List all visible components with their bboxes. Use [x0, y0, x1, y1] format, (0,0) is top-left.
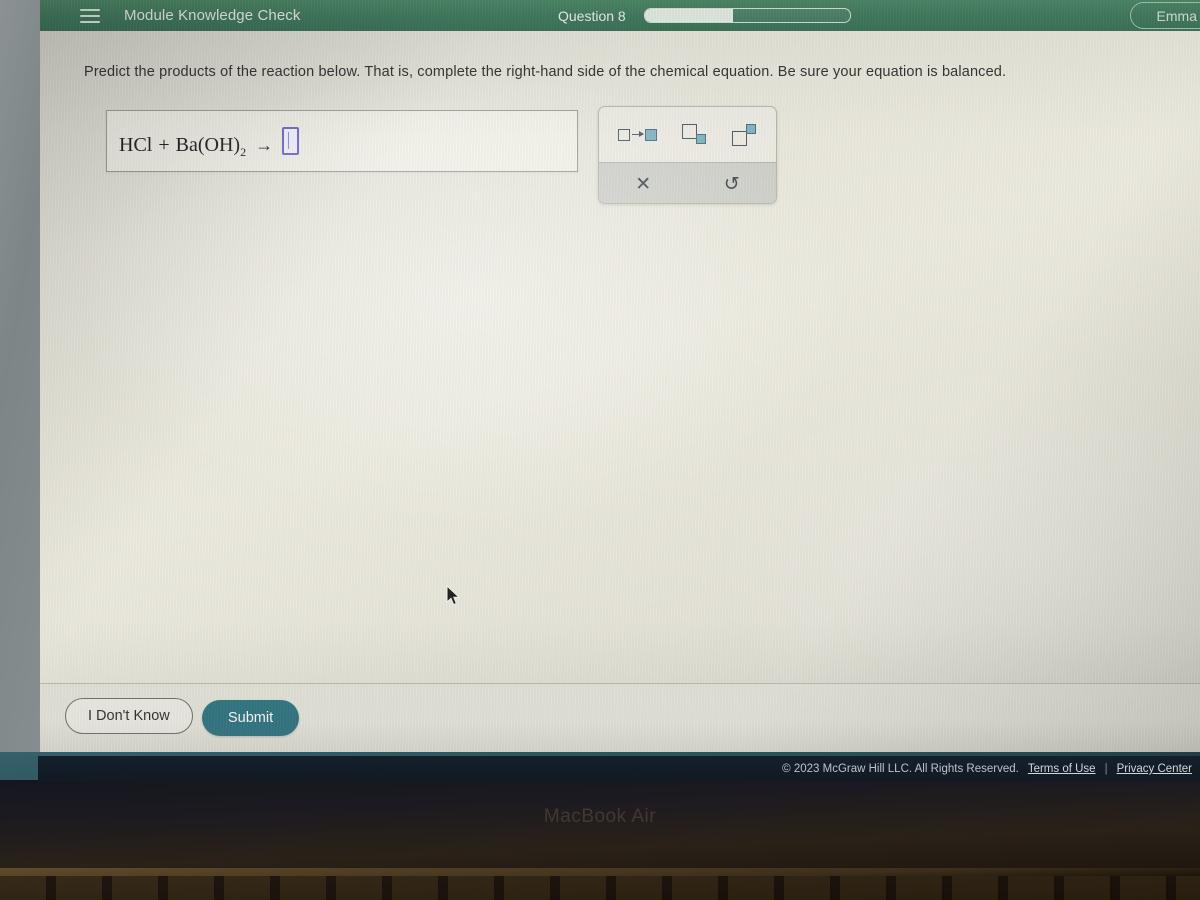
equation-input-box[interactable]: HCl + Ba(OH)2 → [106, 110, 578, 172]
clear-button[interactable]: ✕ [632, 172, 654, 197]
submit-button[interactable]: Submit [202, 700, 300, 736]
close-icon: ✕ [635, 172, 652, 195]
reaction-arrow: → [255, 134, 274, 155]
laptop-keyboard [0, 876, 1200, 900]
question-prompt: Predict the products of the reaction bel… [84, 64, 1007, 80]
copyright-text: © 2023 McGraw Hill LLC. All Rights Reser… [782, 763, 1019, 775]
palette-symbol-row [599, 107, 776, 162]
laptop-screen: Module Knowledge Check Question 8 Emma P… [38, 0, 1200, 756]
progress-bar [643, 8, 851, 23]
question-progress-group: Question 8 [558, 0, 851, 31]
reactant-2: Ba(OH)2 [176, 134, 246, 160]
copyright-footer: © 2023 McGraw Hill LLC. All Rights Reser… [38, 756, 1200, 782]
user-account-pill[interactable]: Emma [1129, 2, 1200, 29]
main-content: Predict the products of the reaction bel… [38, 31, 1200, 683]
terms-of-use-link[interactable]: Terms of Use [1028, 763, 1096, 775]
undo-button[interactable]: ↺ [721, 172, 743, 197]
subscript-icon[interactable] [679, 121, 710, 149]
progress-bar-fill [644, 9, 733, 22]
reaction-arrow-glyph [617, 128, 657, 141]
laptop-bezel-left [0, 0, 40, 784]
reactant-2-formula: Ba(OH) [175, 133, 241, 156]
app-header: Module Knowledge Check Question 8 Emma [38, 0, 1200, 31]
subscript-glyph [681, 123, 707, 146]
superscript-glyph [732, 123, 757, 146]
plus-sign: + [158, 133, 170, 156]
math-symbol-palette: ✕ ↺ [598, 106, 777, 204]
chemical-equation: HCl + Ba(OH)2 → [119, 123, 300, 160]
reactant-2-subscript: 2 [240, 144, 247, 159]
dont-know-button[interactable]: I Don't Know [65, 698, 193, 734]
undo-icon: ↺ [723, 172, 740, 195]
palette-action-row: ✕ ↺ [599, 162, 776, 203]
action-bar: I Don't Know Submit [38, 683, 1200, 753]
question-counter: Question 8 [558, 7, 626, 24]
hamburger-menu-icon[interactable] [80, 8, 100, 23]
laptop-hinge [0, 868, 1200, 876]
footer-separator: | [1104, 763, 1108, 775]
user-name-label: Emma [1156, 7, 1197, 24]
reactant-1: HCl [119, 133, 153, 156]
mouse-cursor [446, 584, 462, 612]
reaction-arrow-icon[interactable] [615, 126, 660, 144]
superscript-icon[interactable] [729, 121, 760, 149]
screenshot-stage: Module Knowledge Check Question 8 Emma P… [0, 0, 1200, 900]
privacy-center-link[interactable]: Privacy Center [1117, 763, 1192, 775]
device-model-label: MacBook Air [543, 806, 657, 827]
answer-input-slot[interactable] [282, 126, 300, 155]
page-title: Module Knowledge Check [124, 7, 301, 24]
